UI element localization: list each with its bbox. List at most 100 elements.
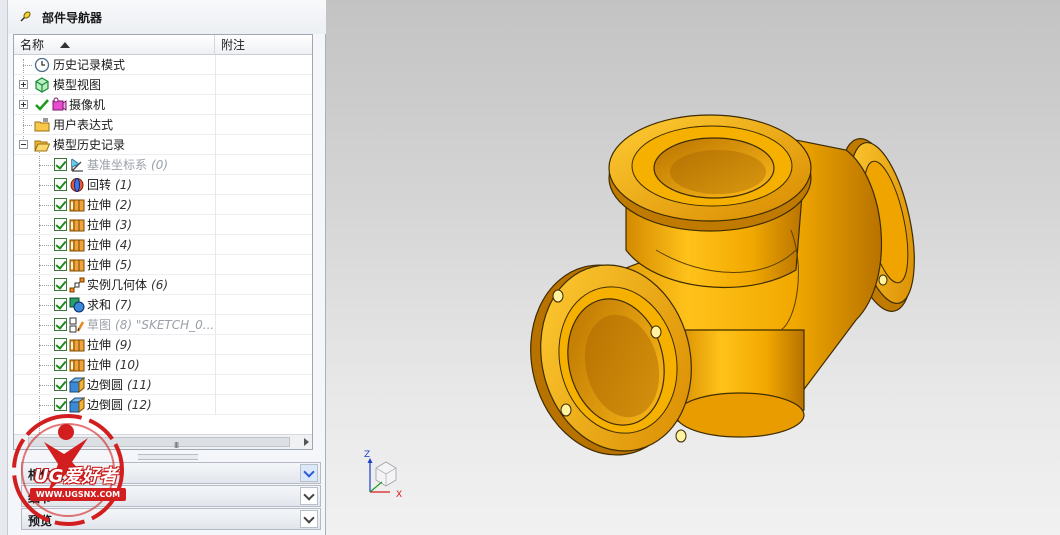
tree-item-history-mode[interactable]: 历史记录模式 xyxy=(14,55,312,75)
feature-number: (12) xyxy=(127,398,152,412)
feature-number: (5) xyxy=(115,258,133,272)
column-name-label: 名称 xyxy=(20,38,45,52)
extrude-icon xyxy=(69,237,85,253)
bottom-pipe-end xyxy=(675,392,805,438)
axis-x-label: X xyxy=(396,490,403,500)
tree-rows: 历史记录模式 模型视图 摄像机 用户表达式 模型历史记录 基准坐标系 (0) 回… xyxy=(14,55,312,445)
navigator-titlebar: 部件导航器 xyxy=(8,0,326,34)
feature-number: (7) xyxy=(115,298,133,312)
axis-z-label: Z xyxy=(364,450,371,460)
revolve-icon xyxy=(69,177,85,193)
tree-item-label: 草图 xyxy=(87,318,112,332)
column-note-label: 附注 xyxy=(221,38,246,52)
tree-item-label: 历史记录模式 xyxy=(53,58,126,72)
tree-header: 名称 附注 xyxy=(14,35,312,55)
tree-item-extrude[interactable]: 拉伸 (10) xyxy=(14,355,312,375)
panel-splitter[interactable] xyxy=(138,454,198,460)
expand-icon[interactable] xyxy=(19,80,28,89)
extrude-icon xyxy=(69,357,85,373)
visibility-checkbox[interactable] xyxy=(54,198,67,211)
navigator-tree: 名称 附注 历史记录模式 模型视图 摄像机 用户表达式 模型历史记录 基准坐标系… xyxy=(13,34,313,450)
visibility-checkbox[interactable] xyxy=(54,338,67,351)
visibility-checkbox[interactable] xyxy=(54,258,67,271)
visibility-checkbox[interactable] xyxy=(54,318,67,331)
tree-item-label: 实例几何体 xyxy=(87,278,148,292)
visibility-checkbox[interactable] xyxy=(54,178,67,191)
tree-item-label: 拉伸 xyxy=(87,338,112,352)
tree-item-instance-geometry[interactable]: 实例几何体 (6) xyxy=(14,275,312,295)
tree-item-label: 回转 xyxy=(87,178,112,192)
visibility-checkbox[interactable] xyxy=(54,278,67,291)
tree-item-extrude[interactable]: 拉伸 (3) xyxy=(14,215,312,235)
feature-number: (8) "SKETCH_0... xyxy=(115,318,215,332)
view-triad: Z X xyxy=(360,450,410,505)
feature-number: (11) xyxy=(127,378,152,392)
chevron-down-icon[interactable] xyxy=(300,510,318,528)
visibility-checkbox[interactable] xyxy=(54,358,67,371)
instance-geometry-icon xyxy=(69,277,85,293)
edge-blend-icon xyxy=(68,376,86,394)
extrude-icon xyxy=(69,217,85,233)
tree-item-label: 拉伸 xyxy=(87,358,112,372)
chevron-down-icon[interactable] xyxy=(300,464,318,482)
column-header-note[interactable]: 附注 xyxy=(215,35,312,55)
tree-item-label: 拉伸 xyxy=(87,198,112,212)
feature-number: (9) xyxy=(115,338,133,352)
sketch-icon xyxy=(69,317,85,333)
pin-icon[interactable] xyxy=(18,10,32,24)
feature-number: (4) xyxy=(115,238,133,252)
tree-item-label: 模型视图 xyxy=(53,78,102,92)
graphics-viewport[interactable]: Z X xyxy=(326,0,1060,535)
sort-ascending-icon xyxy=(60,42,70,48)
extrude-icon xyxy=(69,257,85,273)
chevron-down-icon[interactable] xyxy=(300,487,318,505)
feature-number: (2) xyxy=(115,198,133,212)
tree-item-extrude[interactable]: 拉伸 (5) xyxy=(14,255,312,275)
tree-item-label: 用户表达式 xyxy=(53,118,114,132)
tree-item-extrude[interactable]: 拉伸 (2) xyxy=(14,195,312,215)
top-flange xyxy=(608,114,812,232)
visibility-checkbox[interactable] xyxy=(54,378,67,391)
collapse-icon[interactable] xyxy=(19,140,28,149)
tree-item-datum-csys[interactable]: 基准坐标系 (0) xyxy=(14,155,312,175)
feature-number: (1) xyxy=(115,178,133,192)
folder-open-icon xyxy=(34,137,51,153)
tree-item-user-expressions[interactable]: 用户表达式 xyxy=(14,115,312,135)
tree-item-unite[interactable]: 求和 (7) xyxy=(14,295,312,315)
tree-item-label: 模型历史记录 xyxy=(53,138,126,152)
tree-item-extrude[interactable]: 拉伸 (4) xyxy=(14,235,312,255)
visibility-checkbox[interactable] xyxy=(54,218,67,231)
column-header-name[interactable]: 名称 xyxy=(14,35,215,55)
tree-item-label: 拉伸 xyxy=(87,258,112,272)
feature-number: (6) xyxy=(151,278,169,292)
tree-item-sketch[interactable]: 草图 (8) "SKETCH_0... xyxy=(14,315,312,335)
feature-number: (0) xyxy=(151,158,169,172)
scrollbar-grip: III xyxy=(174,441,179,450)
left-toolbar-strip xyxy=(0,0,8,535)
feature-number: (10) xyxy=(115,358,140,372)
tree-item-extrude[interactable]: 拉伸 (9) xyxy=(14,335,312,355)
tree-item-label: 求和 xyxy=(87,298,112,312)
datum-csys-icon xyxy=(69,157,85,173)
tree-item-label: 拉伸 xyxy=(87,218,112,232)
visibility-checkbox[interactable] xyxy=(54,298,67,311)
tree-item-revolve[interactable]: 回转 (1) xyxy=(14,175,312,195)
visibility-checkbox[interactable] xyxy=(54,158,67,171)
expand-icon[interactable] xyxy=(19,100,28,109)
cross-fitting-model[interactable] xyxy=(326,0,1060,535)
tree-item-model-views[interactable]: 模型视图 xyxy=(14,75,312,95)
check-mark-icon xyxy=(34,97,50,113)
unite-icon xyxy=(69,297,85,313)
feature-number: (3) xyxy=(115,218,133,232)
navigator-title: 部件导航器 xyxy=(42,10,103,25)
extrude-icon xyxy=(69,197,85,213)
tree-item-label: 拉伸 xyxy=(87,238,112,252)
watermark-site-text: WWW.UGSNX.COM xyxy=(30,488,126,501)
tree-item-camera[interactable]: 摄像机 xyxy=(14,95,312,115)
tree-item-edge-blend[interactable]: 边倒圆 (11) xyxy=(14,375,312,395)
tree-item-model-history[interactable]: 模型历史记录 xyxy=(14,135,312,155)
tree-item-label: 摄像机 xyxy=(69,98,106,112)
scroll-right-arrow-icon[interactable] xyxy=(304,438,309,446)
visibility-checkbox[interactable] xyxy=(54,238,67,251)
tree-item-label: 基准坐标系 xyxy=(87,158,148,172)
